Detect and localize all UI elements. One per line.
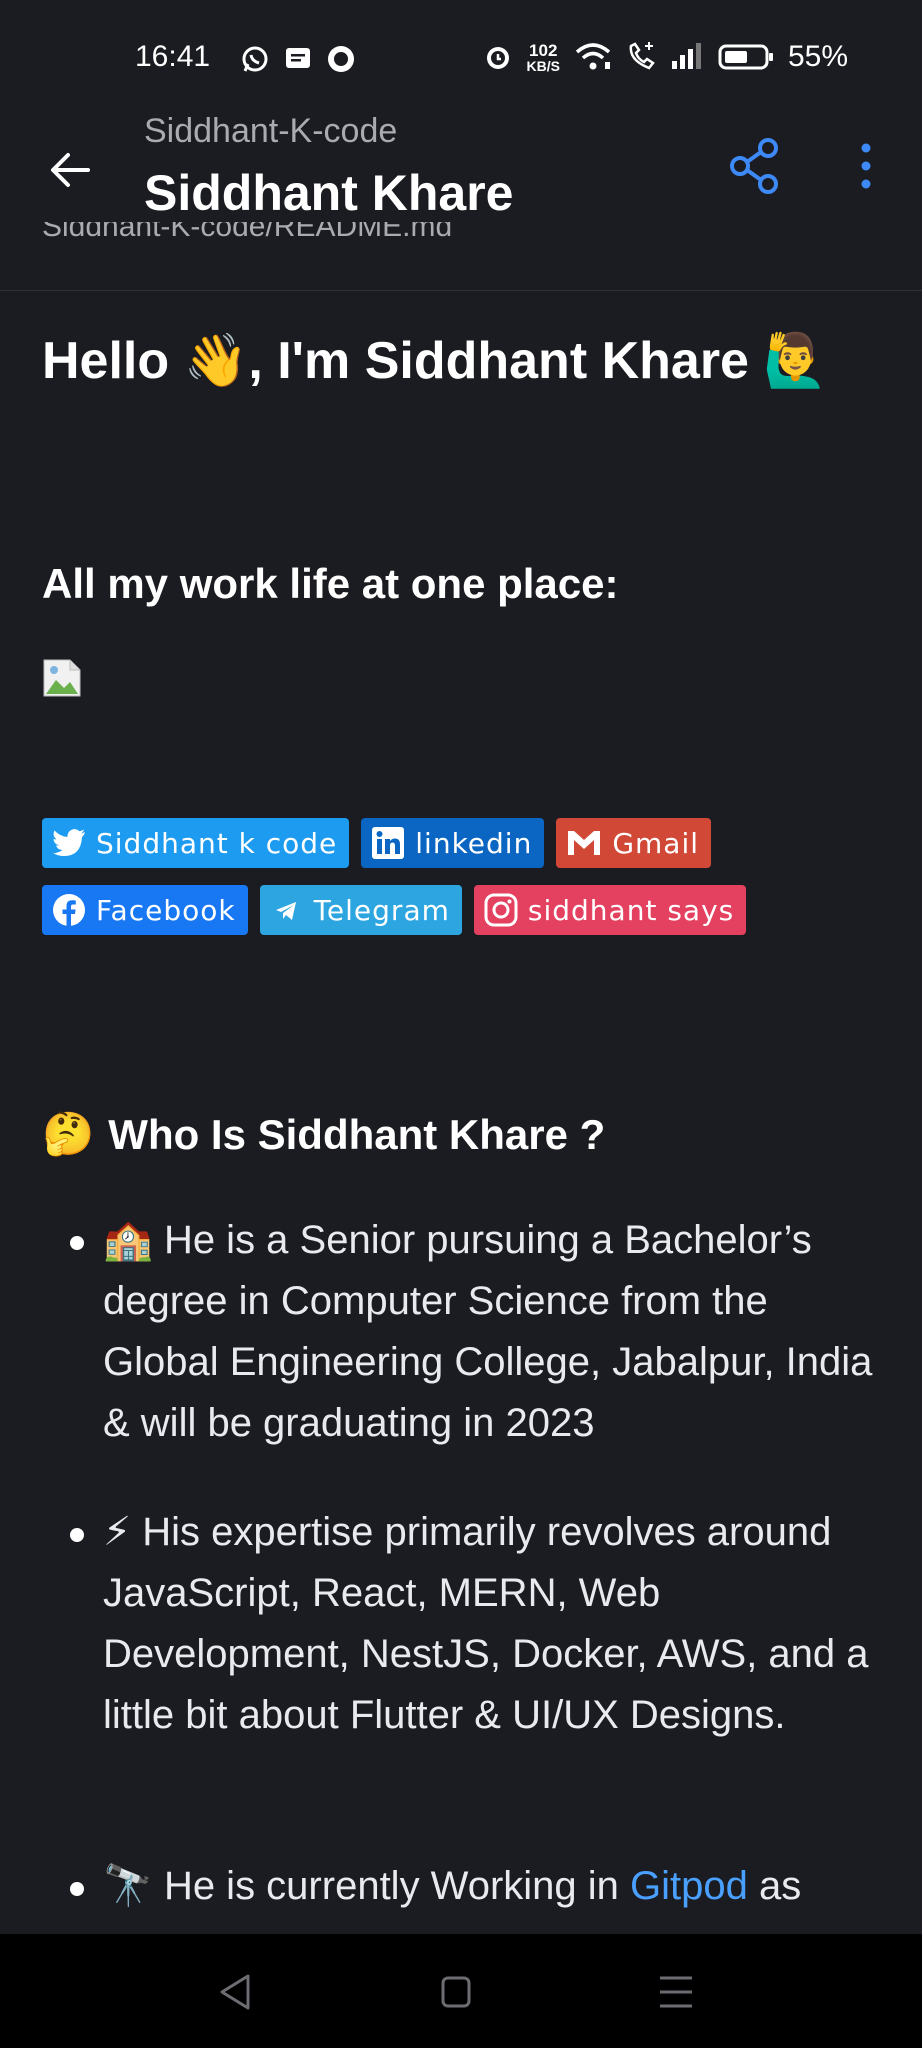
repo-owner: Siddhant-K-code (144, 112, 398, 150)
more-options-icon[interactable] (846, 136, 886, 196)
instagram-badge[interactable]: siddhant says (473, 885, 747, 935)
telegram-icon (275, 902, 296, 920)
linkedin-icon (372, 827, 405, 859)
gitpod-link[interactable]: Gitpod (630, 1864, 748, 1908)
status-time: 16:41 (135, 40, 211, 73)
app-header: Siddhant-K-code Siddhant Khare (0, 100, 922, 230)
recents-nav-icon[interactable] (646, 1964, 706, 2020)
list-item-text: ⚡ His expertise primarily revolves aroun… (103, 1510, 869, 1737)
status-left-icons (240, 44, 356, 74)
gmail-badge[interactable]: Gmail (556, 818, 712, 868)
telescope-emoji: 🔭 (103, 1864, 153, 1908)
twitter-badge-label: Siddhant k code (96, 826, 338, 860)
gmail-icon (568, 831, 601, 855)
back-nav-icon[interactable] (206, 1964, 266, 2020)
linkedin-badge[interactable]: linkedin (361, 818, 545, 868)
bullet-dot (70, 1882, 84, 1896)
repo-title: Siddhant Khare (144, 165, 514, 221)
bullet-dot (70, 1528, 84, 1542)
share-icon[interactable] (728, 136, 784, 196)
wifi-icon (575, 43, 611, 70)
twitter-badge[interactable]: Siddhant k code (42, 818, 350, 868)
clipped-filename: Siddhant-K-code/README.md (42, 222, 453, 242)
facebook-icon (53, 894, 85, 927)
header-divider (0, 290, 922, 291)
twitter-icon (53, 829, 85, 856)
instagram-icon (484, 893, 518, 927)
badge-row-1: Siddhant k code linkedin Gmail (42, 818, 712, 868)
screen: 16:41 102 KB/S 55% Siddhant-K-code Siddh… (0, 0, 922, 2048)
back-arrow-icon[interactable] (40, 140, 100, 200)
bullet-dot (70, 1236, 84, 1250)
message-icon (286, 48, 310, 68)
work-heading: All my work life at one place: (42, 560, 619, 607)
facebook-badge[interactable]: Facebook (42, 885, 248, 935)
broken-image-icon (43, 659, 81, 697)
instagram-badge-label: siddhant says (527, 893, 735, 927)
battery-percent: 55% (787, 40, 848, 73)
status-right-icons: 102 KB/S 55% (483, 40, 848, 74)
alarm-icon (486, 47, 509, 69)
who-section-heading: 🤔 Who Is Siddhant Khare ? (42, 1110, 605, 1159)
system-nav-bar (0, 1934, 922, 2048)
readme-heading: Hello 👋, I'm Siddhant Khare 🙋‍♂️ (42, 332, 829, 390)
linkedin-badge-label: linkedin (415, 826, 533, 860)
volte-call-icon (629, 42, 655, 70)
telegram-badge[interactable]: Telegram (259, 885, 462, 935)
lightning-emoji: ⚡ (103, 1510, 132, 1554)
signal-icon (671, 43, 701, 69)
home-nav-icon[interactable] (426, 1964, 486, 2020)
who-heading-text: Who Is Siddhant Khare ? (108, 1110, 606, 1158)
network-speed: 102 KB/S (526, 40, 560, 74)
battery-icon (718, 44, 773, 70)
telegram-badge-label: Telegram (313, 893, 450, 927)
school-emoji: 🏫 (103, 1218, 153, 1262)
facebook-badge-label: Facebook (96, 893, 236, 927)
list-item-text: 🔭 He is currently Working in Gitpod as (103, 1864, 802, 1908)
whatsapp-icon (242, 46, 268, 72)
gmail-badge-label: Gmail (612, 826, 700, 860)
badge-row-2: Facebook Telegram siddhant says (42, 885, 747, 935)
record-icon (328, 46, 354, 72)
list-item-text: 🏫 He is a Senior pursuing a Bachelor’s d… (103, 1218, 873, 1445)
thinking-face-emoji: 🤔 (42, 1110, 95, 1157)
